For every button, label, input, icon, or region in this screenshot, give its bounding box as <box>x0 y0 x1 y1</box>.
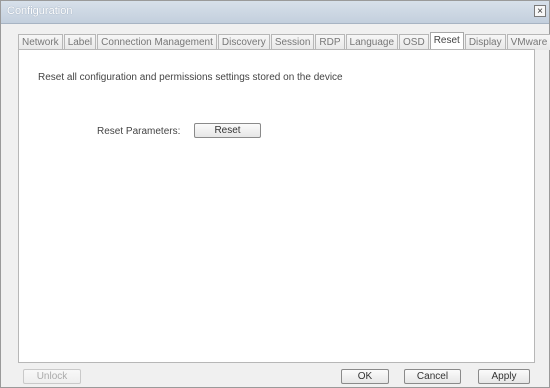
tab-display[interactable]: Display <box>464 34 506 50</box>
reset-panel: Reset all configuration and permissions … <box>18 49 535 363</box>
unlock-button: Unlock <box>23 369 81 384</box>
tab-network[interactable]: Network <box>18 34 63 50</box>
reset-button[interactable]: Reset <box>194 123 261 138</box>
close-icon[interactable]: × <box>534 5 546 17</box>
tab-discovery[interactable]: Discovery <box>217 34 270 50</box>
reset-parameters-label: Reset Parameters: <box>97 126 181 137</box>
window-title: Configuration <box>7 5 73 17</box>
title-bar: Configuration × <box>1 1 549 24</box>
tab-language[interactable]: Language <box>345 34 399 50</box>
apply-button[interactable]: Apply <box>478 369 530 384</box>
configuration-window: Configuration × Network Label Connection… <box>0 0 550 388</box>
tab-osd[interactable]: OSD <box>399 34 429 50</box>
tab-rdp[interactable]: RDP <box>315 34 345 50</box>
tab-strip: Network Label Connection Management Disc… <box>18 32 550 50</box>
tab-label[interactable]: Label <box>63 34 97 50</box>
ok-button[interactable]: OK <box>341 369 389 384</box>
tab-reset[interactable]: Reset <box>429 32 464 50</box>
cancel-button[interactable]: Cancel <box>404 369 461 384</box>
tab-session[interactable]: Session <box>270 34 315 50</box>
tab-connection-management[interactable]: Connection Management <box>97 34 217 50</box>
tab-vmware-view[interactable]: VMware View <box>506 34 550 50</box>
reset-description: Reset all configuration and permissions … <box>38 72 343 83</box>
